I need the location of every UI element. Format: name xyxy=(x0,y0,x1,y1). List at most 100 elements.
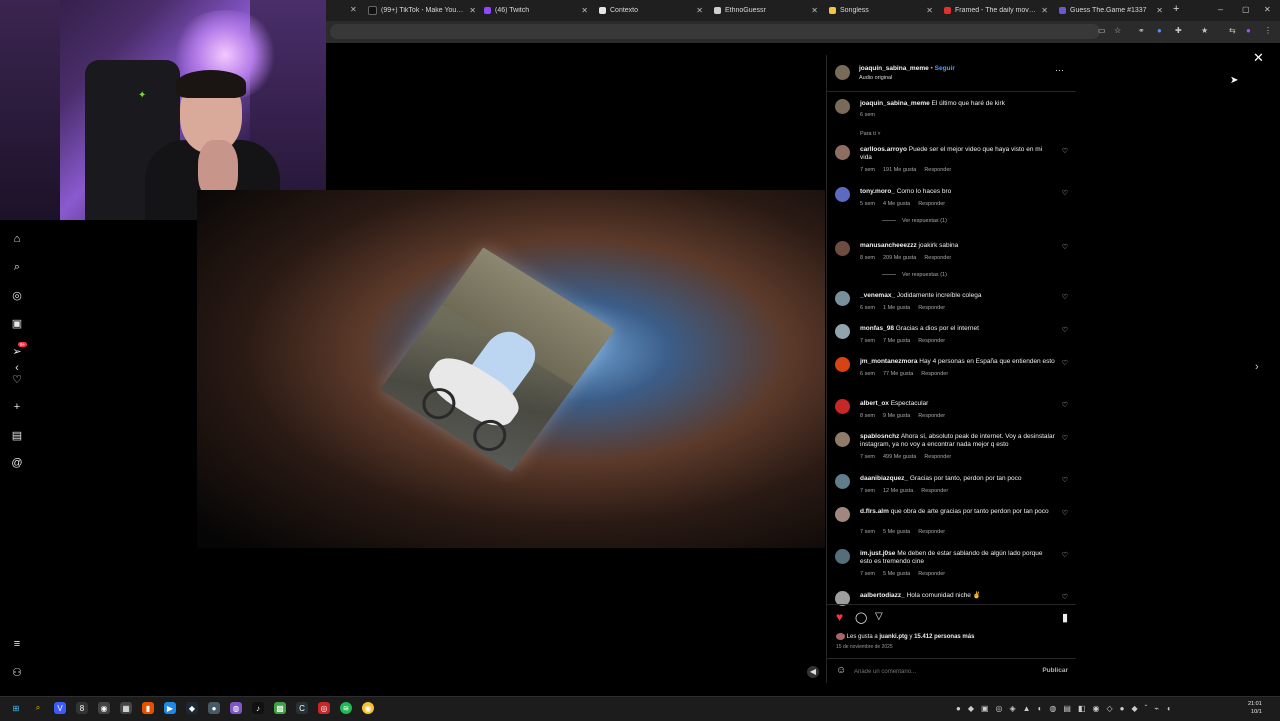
comment-likes[interactable]: 4 Me gusta xyxy=(883,201,910,207)
comment-username[interactable]: tony.moro_ xyxy=(860,188,895,195)
reply-button[interactable]: Responder xyxy=(918,571,945,577)
app-icon[interactable]: C xyxy=(296,702,308,714)
dashboard-icon[interactable]: ▤ xyxy=(10,428,24,442)
reply-button[interactable]: Responder xyxy=(918,413,945,419)
app-icon[interactable]: ◉ xyxy=(98,702,110,714)
heart-icon[interactable]: ♡ xyxy=(1062,293,1068,301)
close-tab-icon[interactable]: ✕ xyxy=(350,5,357,14)
heart-icon[interactable]: ♡ xyxy=(1062,147,1068,155)
avatar[interactable] xyxy=(835,291,850,306)
avatar[interactable] xyxy=(835,324,850,339)
comment-username[interactable]: spablosnchz xyxy=(860,433,899,440)
comment-likes[interactable]: 209 Me gusta xyxy=(883,255,916,261)
avatar[interactable] xyxy=(835,187,850,202)
address-bar[interactable] xyxy=(330,24,1100,39)
mute-icon[interactable]: ◀ xyxy=(807,666,819,678)
heart-icon[interactable]: ♡ xyxy=(1062,593,1068,601)
maximize-icon[interactable]: ▢ xyxy=(1242,5,1250,14)
tab-ethnoguessr[interactable]: EthnoGuessr ✕ xyxy=(714,0,818,21)
close-tab-icon[interactable]: ✕ xyxy=(696,6,703,15)
comment-likes[interactable]: 5 Me gusta xyxy=(883,529,910,535)
reply-button[interactable]: Responder xyxy=(918,529,945,535)
tiktok-icon[interactable]: ♪ xyxy=(252,702,264,714)
comment-likes[interactable]: 7 Me gusta xyxy=(883,338,910,344)
comment-username[interactable]: carlloos.arroyo xyxy=(860,146,907,153)
tab-framed[interactable]: Framed - The daily movie gu ✕ xyxy=(944,0,1048,21)
share-icon[interactable]: ▽ xyxy=(875,611,883,622)
reply-button[interactable]: Responder xyxy=(918,305,945,311)
comment-likes[interactable]: 77 Me gusta xyxy=(883,371,913,377)
threads-icon[interactable]: @ xyxy=(10,456,24,470)
tab-guessthegame[interactable]: Guess The.Game #1337 ✕ xyxy=(1059,0,1163,21)
app-icon[interactable]: ◍ xyxy=(230,702,242,714)
avatar[interactable] xyxy=(835,507,850,522)
likes-summary[interactable]: Les gusta a juanki.ptg y 15.412 personas… xyxy=(836,633,974,640)
avatar[interactable] xyxy=(835,474,850,489)
heart-icon[interactable]: ♡ xyxy=(1062,326,1068,334)
meta-icon[interactable]: ⚇ xyxy=(10,665,24,679)
app-icon[interactable]: 8 xyxy=(76,702,88,714)
avatar[interactable] xyxy=(835,99,850,114)
comment-username[interactable]: monfas_98 xyxy=(860,325,894,332)
close-icon[interactable]: ✕ xyxy=(1253,50,1264,66)
avatar[interactable] xyxy=(835,145,850,160)
reply-button[interactable]: Responder xyxy=(924,167,951,173)
create-icon[interactable]: + xyxy=(10,400,24,414)
reply-button[interactable]: Responder xyxy=(921,488,948,494)
comment-likes[interactable]: 5 Me gusta xyxy=(883,571,910,577)
tab-twitch[interactable]: (46) Twitch ✕ xyxy=(484,0,588,21)
explore-icon[interactable]: ◎ xyxy=(10,288,24,302)
menu-icon[interactable]: ⋮ xyxy=(1264,26,1272,35)
search-icon[interactable]: ⌕ xyxy=(10,260,24,274)
view-replies-button[interactable]: Ver respuestas (1) xyxy=(882,218,947,224)
comment-username[interactable]: albert_ox xyxy=(860,400,889,407)
reply-button[interactable]: Responder xyxy=(924,454,951,460)
heart-icon[interactable]: ♥ xyxy=(836,610,843,624)
install-icon[interactable]: ▭ xyxy=(1098,26,1106,35)
app-icon[interactable]: ▦ xyxy=(120,702,132,714)
follow-button[interactable]: Seguir xyxy=(935,65,955,72)
comment-input[interactable] xyxy=(852,665,1026,678)
heart-icon[interactable]: ♡ xyxy=(1062,401,1068,409)
comment-username[interactable]: aalbertodiazz_ xyxy=(860,592,905,599)
comment-icon[interactable]: ◯ xyxy=(855,611,867,624)
app-icon[interactable]: ▮ xyxy=(142,702,154,714)
avatar[interactable] xyxy=(835,65,850,80)
avatar[interactable] xyxy=(835,241,850,256)
comment-username[interactable]: _venemax_ xyxy=(860,292,895,299)
comment-username[interactable]: im.just.j0se xyxy=(860,550,895,557)
comment-likes[interactable]: 1 Me gusta xyxy=(883,305,910,311)
comment-likes[interactable]: 191 Me gusta xyxy=(883,167,916,173)
more-menu-icon[interactable]: ≡ xyxy=(10,637,24,651)
tab-songless[interactable]: Songless ✕ xyxy=(829,0,933,21)
comment-username[interactable]: d.flrs.alm xyxy=(860,508,889,515)
extension-icon[interactable]: ⚭ xyxy=(1138,26,1145,35)
comment-username[interactable]: daanibiazquez_ xyxy=(860,475,908,482)
avatar[interactable] xyxy=(835,432,850,447)
heart-icon[interactable]: ♡ xyxy=(1062,551,1068,559)
more-icon[interactable]: ⋯ xyxy=(1055,65,1064,76)
windows-start-icon[interactable]: ⊞ xyxy=(10,702,22,714)
close-tab-icon[interactable]: ✕ xyxy=(811,6,818,15)
reply-button[interactable]: Responder xyxy=(924,255,951,261)
tab-tiktok[interactable]: (99+) TikTok - Make Your Day ✕ xyxy=(368,0,476,21)
comment-likes[interactable]: 9 Me gusta xyxy=(883,413,910,419)
app-icon[interactable]: ◎ xyxy=(318,702,330,714)
heart-icon[interactable]: ♡ xyxy=(1062,476,1068,484)
comment-username[interactable]: manusancheeezzz xyxy=(860,242,917,249)
reply-button[interactable]: Responder xyxy=(918,201,945,207)
chevron-right-icon[interactable]: › xyxy=(1255,361,1259,373)
tab-contexto[interactable]: Contexto ✕ xyxy=(599,0,703,21)
clock[interactable]: 21:01 10/1 xyxy=(1248,700,1262,716)
system-tray[interactable]: ●◆▣◎◈▲◐◍▤◧◉◇●◆ˆ⌁◖ xyxy=(956,704,1178,713)
chrome-icon[interactable]: ◉ xyxy=(362,702,374,714)
reply-button[interactable]: Responder xyxy=(921,371,948,377)
extension-icon[interactable]: ● xyxy=(1157,26,1162,35)
new-tab-button[interactable]: + xyxy=(1173,3,1179,15)
search-icon[interactable]: ⌕ xyxy=(32,702,44,714)
heart-icon[interactable]: ♡ xyxy=(1062,189,1068,197)
avatar[interactable] xyxy=(835,399,850,414)
spotify-icon[interactable]: ≋ xyxy=(340,702,352,714)
audio-label[interactable]: Audio original xyxy=(859,75,892,81)
author-link[interactable]: joaquin_sabina_meme xyxy=(859,65,929,72)
